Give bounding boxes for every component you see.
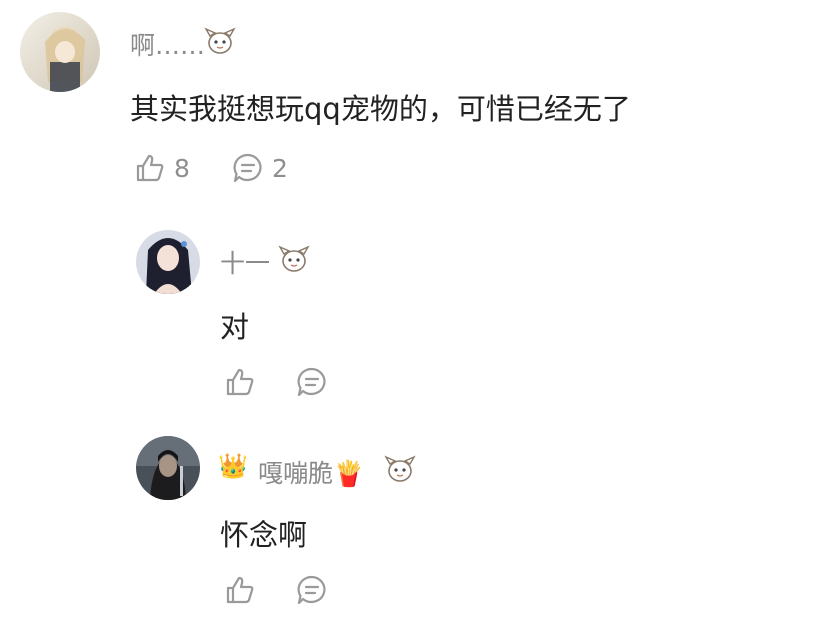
like-count: 8 — [174, 153, 190, 183]
comment-text: 怀念啊 — [220, 518, 308, 552]
username[interactable]: 嘎嘣脆🍟 — [258, 454, 364, 490]
comment-bubble-icon — [297, 575, 326, 605]
avatar[interactable] — [136, 436, 200, 500]
reply-count: 2 — [272, 153, 288, 183]
comment-text: 对 — [220, 310, 250, 344]
like-button[interactable] — [224, 366, 256, 398]
comment-bubble-icon — [297, 367, 326, 397]
avatar[interactable] — [136, 230, 200, 294]
reply-button[interactable]: 2 — [232, 152, 288, 184]
cartoon-mascot-badge-icon — [204, 26, 236, 56]
username[interactable]: 啊…… — [130, 26, 205, 62]
reply-button[interactable] — [296, 574, 328, 606]
comment-bubble-icon — [233, 153, 262, 183]
reply-button[interactable] — [296, 366, 328, 398]
thumbs-up-icon — [226, 576, 254, 604]
like-button[interactable] — [224, 574, 256, 606]
like-button[interactable]: 8 — [134, 152, 190, 184]
comment-text: 其实我挺想玩qq宠物的，可惜已经无了 — [130, 92, 631, 126]
thumbs-up-icon — [136, 154, 164, 182]
avatar[interactable] — [20, 12, 100, 92]
thumbs-up-icon — [226, 368, 254, 396]
crown-icon: 👑 — [218, 452, 248, 480]
username[interactable]: 十一 — [220, 244, 270, 280]
cartoon-mascot-badge-icon — [278, 244, 310, 274]
cartoon-mascot-badge-icon — [384, 454, 416, 484]
